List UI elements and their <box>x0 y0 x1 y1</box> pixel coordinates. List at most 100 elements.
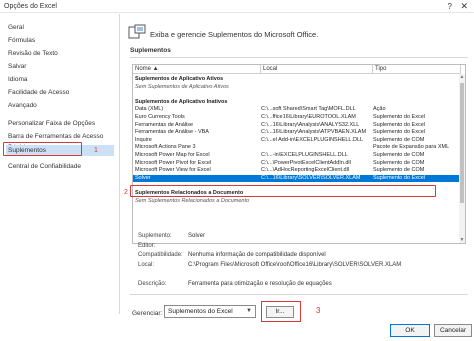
cell-local: C:\...\AdHocReportingExcelClient.dll <box>261 167 350 174</box>
section-divider <box>130 57 468 58</box>
sidebar-item-geral[interactable]: Geral <box>6 22 114 33</box>
page-title: Exiba e gerencie Suplementos do Microsof… <box>150 30 319 39</box>
sidebar-item-formulas[interactable]: Fórmulas <box>6 35 114 46</box>
sidebar-item-acessibilidade[interactable]: Facilidade de Acesso <box>6 87 114 98</box>
sidebar-item-salvar[interactable]: Salvar <box>6 61 114 72</box>
detail-key: Local: <box>138 261 155 268</box>
detail-line <box>138 271 468 279</box>
list-group-header: Suplementos de Aplicativo Inativos <box>133 98 465 106</box>
list-item[interactable]: Microsoft Power View for Excel C:\...\AdH… <box>133 167 465 174</box>
sidebar-item-idioma[interactable]: Idioma <box>6 74 114 85</box>
annotation-number-1: 1 <box>94 147 98 154</box>
cell-name: Ferramentas de Análise - VBA <box>135 129 209 136</box>
cell-type: Suplemento de COM <box>373 136 425 143</box>
cell-type: Suplemento de COM <box>373 152 425 158</box>
list-item[interactable]: Microsoft Power Map for Excel C:\...-in\E… <box>133 152 465 159</box>
cell-name: Suplementos de Aplicativo Ativos <box>135 76 224 82</box>
cell-name: Data (XML) <box>135 106 164 113</box>
list-item[interactable]: Microsoft Power Pivot for Excel C:\...\Po… <box>133 159 465 167</box>
manage-label: Gerenciar: <box>132 310 163 317</box>
list-item: Sem Suplementos Relacionados a Documento <box>133 197 465 205</box>
cell-name: Microsoft Power Map for Excel <box>135 152 210 158</box>
sidebar-item-acesso-rapido[interactable]: Barra de Ferramentas de Acesso Rápido <box>6 131 114 151</box>
detail-line: Editor: <box>138 243 468 251</box>
window-title: Opções do Excel <box>4 3 57 10</box>
cell-local: C:\...\PowerPivotExcelClientAddIn.dll <box>261 159 351 166</box>
cell-type: Suplemento de COM <box>373 159 425 166</box>
annotation-number-3: 3 <box>316 306 321 315</box>
column-header-local[interactable]: Local <box>261 65 373 74</box>
list-item[interactable]: Microsoft Actions Pane 3 Pacote de Expans… <box>133 144 465 151</box>
detail-value: C:\Program Files\Microsoft Office\root\O… <box>188 261 402 268</box>
cell-type: Pacote de Expansão para XML <box>373 144 450 151</box>
cell-local: C:\...16\Library\Analysis\ATPVBAEN.XLAM <box>261 129 367 136</box>
sidebar-item-revisao[interactable]: Revisão de Texto <box>6 48 114 59</box>
sidebar-nav: Geral Fórmulas Revisão de Texto Salvar I… <box>0 14 120 314</box>
list-item[interactable]: Data (XML) C:\...soft Shared\Smart Tag\MO… <box>133 106 465 113</box>
sidebar-item-avancado[interactable]: Avançado <box>6 100 114 111</box>
cell-name: Euro Currency Tools <box>135 114 185 120</box>
manage-dropdown[interactable]: Suplementos do Excel ▼ <box>164 305 256 318</box>
annotation-highlight-sidebar <box>3 142 82 156</box>
list-group-header: Suplementos de Aplicativo Ativos <box>133 76 465 83</box>
list-item <box>133 91 465 98</box>
close-icon[interactable]: ✕ <box>460 1 468 12</box>
manage-dropdown-value: Suplementos do Excel <box>168 308 233 315</box>
chevron-down-icon: ▼ <box>246 308 252 314</box>
cell-name: Ferramentas de Análise <box>135 121 194 128</box>
cell-type: Suplemento de COM <box>373 167 425 174</box>
detail-line: Suplemento: Solver <box>138 233 468 241</box>
help-icon[interactable]: ? <box>448 2 452 11</box>
detail-key: Descrição: <box>138 280 167 287</box>
cell-name: Suplementos de Aplicativo Inativos <box>135 98 228 105</box>
cell-name: Microsoft Power Pivot for Excel <box>135 159 212 166</box>
cell-type: Suplemento do Excel <box>373 121 425 128</box>
detail-value: Nenhuma informação de compatibilidade di… <box>188 252 326 258</box>
detail-key: Suplemento: <box>138 233 172 239</box>
cell-name: Microsoft Power View for Excel <box>135 167 211 174</box>
detail-key: Editor: <box>138 242 156 249</box>
cell-local: C:\...soft Shared\Smart Tag\MOFL.DLL <box>261 106 356 113</box>
cell-name: Inquire <box>135 136 152 143</box>
detail-line: Local: C:\Program Files\Microsoft Office\… <box>138 262 468 270</box>
list-item[interactable]: Inquire C:\...el Add-in\EXCELPLUGINSHELL.… <box>133 136 465 144</box>
cell-type: Ação <box>373 106 386 113</box>
cell-name: Microsoft Actions Pane 3 <box>135 144 196 151</box>
sidebar-item-confiabilidade[interactable]: Central de Confiabilidade <box>6 161 114 172</box>
cell-local: C:\...16\Library\SOLVER\SOLVER.XLAM <box>261 174 361 181</box>
list-item-selected[interactable]: Solver C:\...16\Library\SOLVER\SOLVER.XLA… <box>133 174 465 182</box>
cell-local: C:\...16\Library\Analysis\ANALYS32.XLL <box>261 121 360 128</box>
detail-key: Compatibilidade: <box>138 252 183 258</box>
annotation-highlight-go <box>261 301 301 322</box>
addins-list[interactable]: Nome ▲ Local Tipo Suplementos de Aplicat… <box>132 64 466 244</box>
cell-name: Solver <box>135 174 151 181</box>
annotation-highlight-row <box>130 185 436 197</box>
sidebar-item-faixa-opcoes[interactable]: Personalizar Faixa de Opções <box>6 118 114 129</box>
section-title: Suplementos <box>130 47 171 54</box>
cell-local: C:\...el Add-in\EXCELPLUGINSHELL.DLL <box>261 136 364 143</box>
cell-local: C:\...-in\EXCELPLUGINSHELL.DLL <box>261 152 348 158</box>
cell-type: Suplemento do Excel <box>373 174 425 181</box>
scroll-up-icon[interactable]: ▲ <box>459 74 465 80</box>
title-bar: Opções do Excel ? ✕ <box>0 0 474 13</box>
column-header-tipo[interactable]: Tipo <box>373 65 461 74</box>
cancel-button[interactable]: Cancelar <box>434 324 472 337</box>
detail-value: Ferramenta para otimização e resolução d… <box>188 280 332 287</box>
list-item: Sem Suplementos de Aplicativo Ativos <box>133 83 465 91</box>
list-item[interactable]: Euro Currency Tools C:\...ffice16\Library… <box>133 114 465 121</box>
annotation-number-2: 2 <box>124 189 128 196</box>
scrollbar-thumb[interactable] <box>460 83 464 203</box>
ok-button[interactable]: OK <box>390 324 430 337</box>
cell-name: Sem Suplementos de Aplicativo Ativos <box>135 83 229 90</box>
cell-name: Sem Suplementos Relacionados a Documento <box>135 197 250 204</box>
detail-line: Descrição: Ferramenta para otimização e r… <box>138 281 468 289</box>
list-item[interactable]: Ferramentas de Análise C:\...16\Library\A… <box>133 121 465 129</box>
detail-line: Compatibilidade: Nenhuma informação de co… <box>138 252 468 260</box>
cell-local: C:\...ffice16\Library\EUROTOOL.XLAM <box>261 114 356 120</box>
cell-type: Suplemento do Excel <box>373 129 425 136</box>
detail-value: Solver <box>188 233 206 239</box>
cell-type: Suplemento do Excel <box>373 114 425 120</box>
list-item[interactable]: Ferramentas de Análise - VBA C:\...16\Lib… <box>133 129 465 136</box>
column-header-nome[interactable]: Nome ▲ <box>133 65 261 74</box>
addins-icon <box>128 24 146 39</box>
